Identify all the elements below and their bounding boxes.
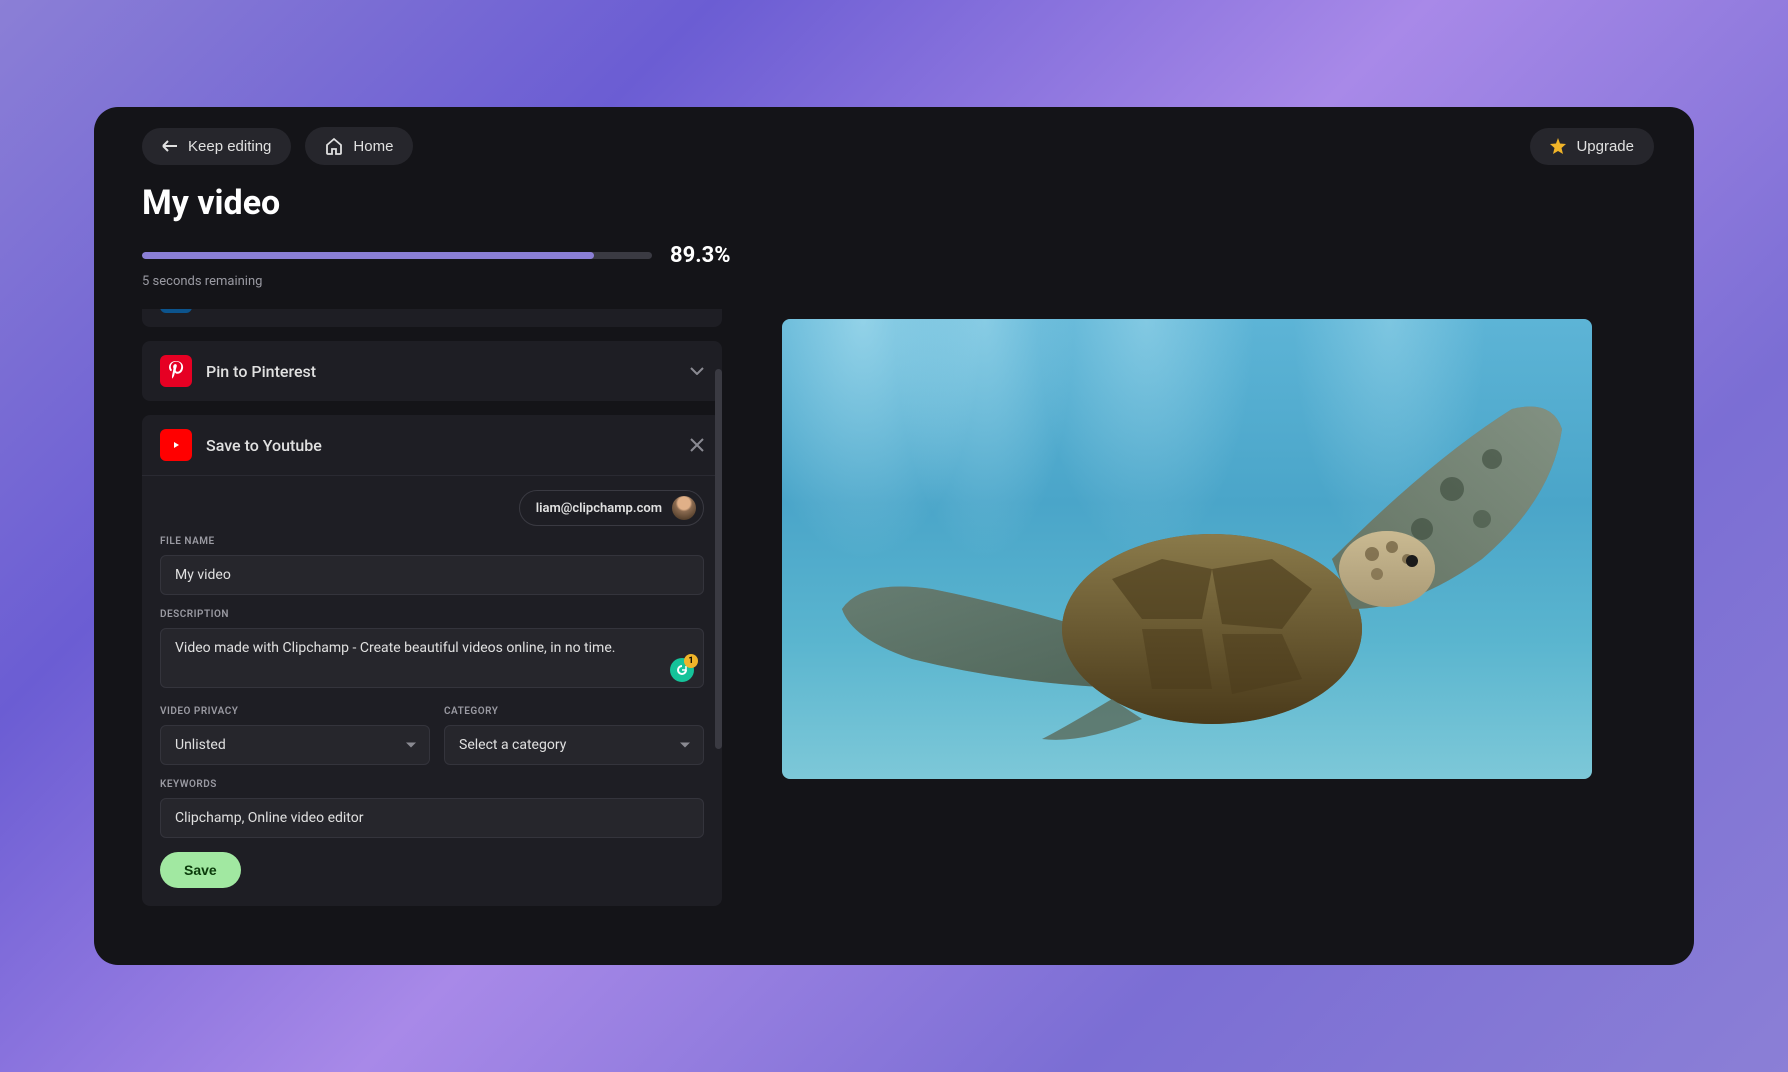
pinterest-title: Pin to Pinterest xyxy=(206,362,676,381)
video-preview[interactable] xyxy=(782,319,1592,779)
youtube-icon xyxy=(160,429,192,461)
onedrive-icon xyxy=(160,309,192,313)
chevron-down-icon xyxy=(690,367,704,375)
main-area: Save to OneDrive Pin to Pinterest xyxy=(142,309,1654,945)
avatar xyxy=(672,496,696,520)
upgrade-button[interactable]: Upgrade xyxy=(1530,128,1654,165)
home-icon xyxy=(325,137,343,155)
youtube-title: Save to Youtube xyxy=(206,436,676,455)
home-button[interactable]: Home xyxy=(305,127,413,165)
turtle-image xyxy=(832,379,1592,759)
progress-fill xyxy=(142,252,594,259)
description-input[interactable] xyxy=(160,628,704,688)
close-icon[interactable] xyxy=(690,438,704,452)
account-selector[interactable]: liam@clipchamp.com xyxy=(519,490,704,526)
arrow-left-icon xyxy=(162,139,178,153)
file-name-input[interactable] xyxy=(160,555,704,595)
keywords-input[interactable] xyxy=(160,798,704,838)
file-name-label: FILE NAME xyxy=(160,536,704,547)
save-button[interactable]: Save xyxy=(160,852,241,888)
keep-editing-label: Keep editing xyxy=(188,138,271,155)
description-label: DESCRIPTION xyxy=(160,609,704,620)
progress-bar xyxy=(142,252,652,259)
account-email: liam@clipchamp.com xyxy=(536,501,662,516)
pinterest-icon xyxy=(160,355,192,387)
star-icon xyxy=(1550,138,1566,154)
privacy-label: VIDEO PRIVACY xyxy=(160,706,430,717)
keep-editing-button[interactable]: Keep editing xyxy=(142,128,291,165)
onedrive-card[interactable]: Save to OneDrive xyxy=(142,309,722,327)
keywords-label: KEYWORDS xyxy=(160,779,704,790)
progress-section: 89.3% xyxy=(142,243,1654,268)
youtube-form: liam@clipchamp.com FILE NAME DESCRIPTION xyxy=(142,475,722,906)
progress-time-remaining: 5 seconds remaining xyxy=(142,274,1654,289)
grammarly-badge-icon[interactable] xyxy=(670,658,694,682)
app-window: Keep editing Home Upgrade My video 89.3%… xyxy=(94,107,1694,965)
upgrade-label: Upgrade xyxy=(1576,138,1634,155)
youtube-header[interactable]: Save to Youtube xyxy=(142,415,722,475)
destinations-column: Save to OneDrive Pin to Pinterest xyxy=(142,309,722,945)
progress-percentage: 89.3% xyxy=(670,243,731,268)
home-label: Home xyxy=(353,138,393,155)
preview-column xyxy=(782,309,1654,945)
toolbar: Keep editing Home Upgrade xyxy=(142,127,1654,165)
category-select[interactable]: Select a category xyxy=(444,725,704,765)
pinterest-card[interactable]: Pin to Pinterest xyxy=(142,341,722,401)
scrollbar[interactable] xyxy=(715,369,722,749)
privacy-select[interactable]: Unlisted xyxy=(160,725,430,765)
category-label: CATEGORY xyxy=(444,706,704,717)
youtube-card: Save to Youtube liam@clipchamp.com FILE … xyxy=(142,415,722,906)
page-title: My video xyxy=(142,183,1654,223)
